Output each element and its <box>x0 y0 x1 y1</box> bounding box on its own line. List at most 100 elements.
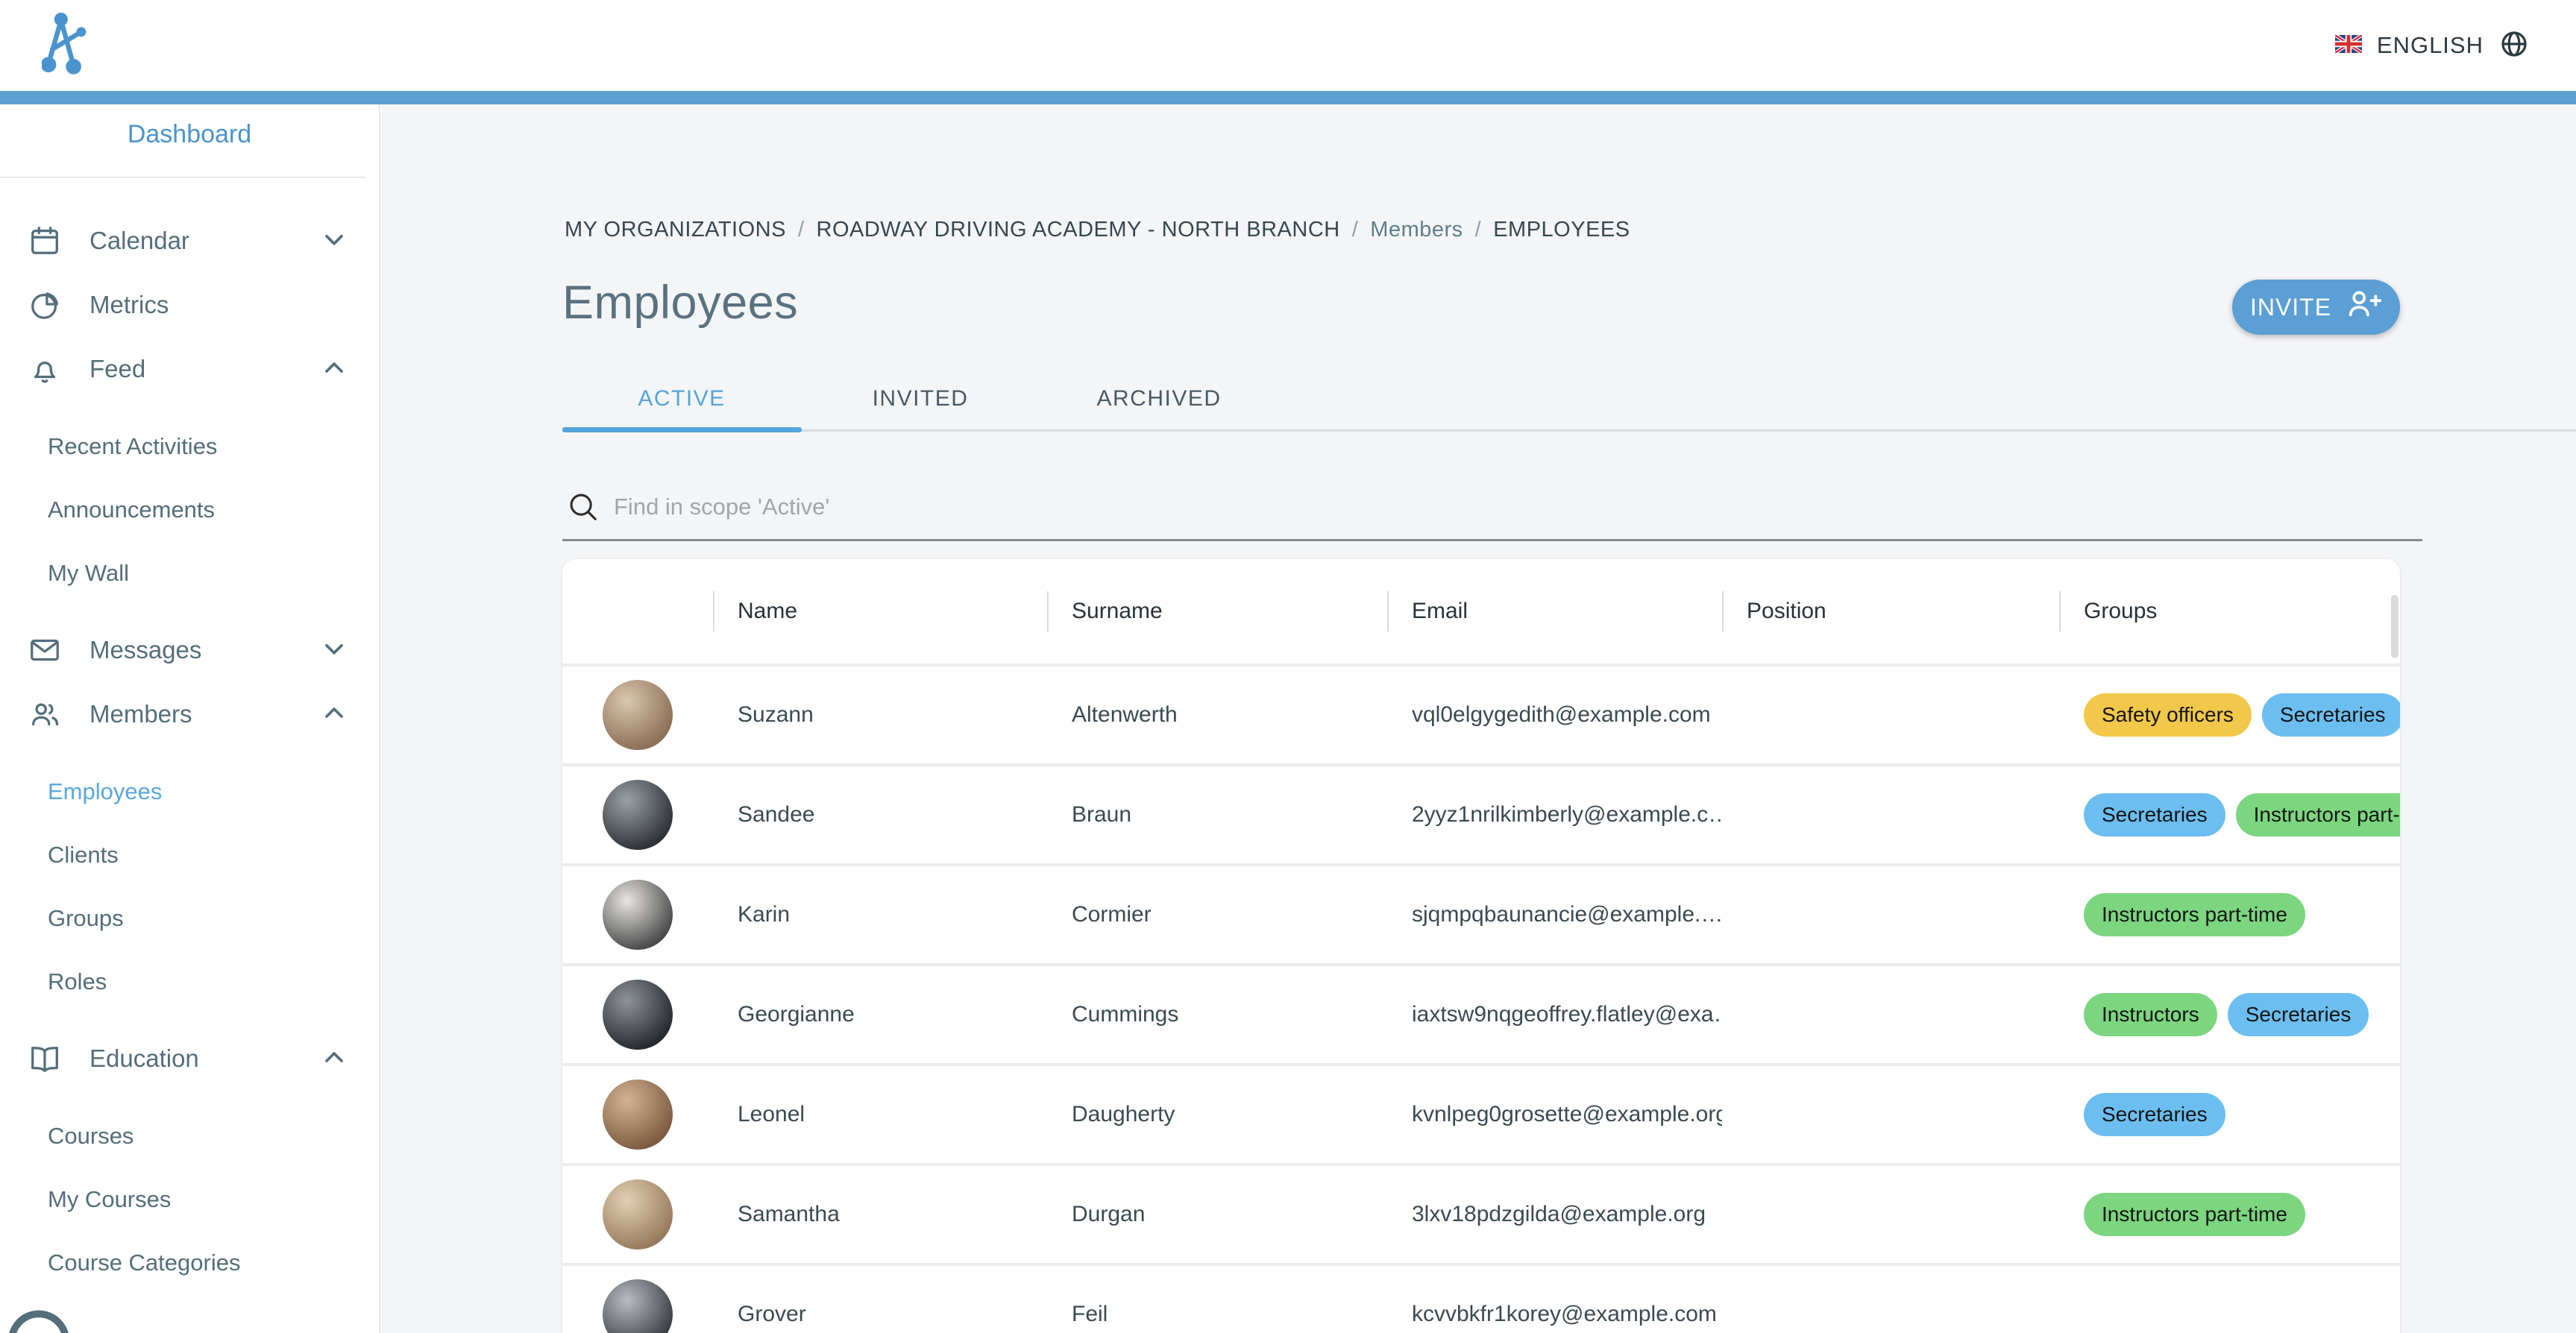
name-cell: Leonel <box>713 1066 1047 1163</box>
group-badge-instructors-part-time: Instructors part-time <box>2236 793 2400 836</box>
main-content: MY ORGANIZATIONS / ROADWAY DRIVING ACADEMY… <box>382 104 2576 1333</box>
table-row-grover-feil[interactable]: GroverFeilkcvvbkfr1korey@example.com <box>562 1263 2400 1333</box>
sidebar-dashboard-link[interactable]: Dashboard <box>0 104 379 164</box>
name-cell: Grover <box>713 1266 1047 1333</box>
email-cell: 3lxv18pdzgilda@example.org <box>1387 1166 1722 1263</box>
group-badge-instructors: Instructors <box>2084 993 2217 1036</box>
sidebar-item-my-courses[interactable]: My Courses <box>0 1167 379 1231</box>
sidebar-item-education[interactable]: Education <box>0 1027 379 1091</box>
column-divider <box>713 591 714 631</box>
email-cell: 2yyz1nrilkimberly@example.c… <box>1387 766 1722 863</box>
chevron-up-icon <box>319 698 349 731</box>
name-cell: Suzann <box>713 666 1047 763</box>
accent-bar <box>0 91 2576 104</box>
search-underline <box>562 539 2422 541</box>
language-selector[interactable]: ENGLISH <box>2335 0 2530 91</box>
search-icon <box>566 490 600 524</box>
position-cell <box>1722 1166 2059 1263</box>
avatar <box>603 1179 673 1250</box>
column-header-groups: Groups <box>2059 559 2400 664</box>
sidebar-item-my-wall[interactable]: My Wall <box>0 541 379 605</box>
sidebar-item-messages[interactable]: Messages <box>0 618 379 682</box>
page-title: Employees <box>562 276 798 330</box>
table-row-leonel-daugherty[interactable]: LeonelDaughertykvnlpeg0grosette@example.… <box>562 1063 2400 1163</box>
language-label: ENGLISH <box>2377 32 2484 59</box>
name-cell: Georgianne <box>713 966 1047 1063</box>
sidebar-item-recent-activities[interactable]: Recent Activities <box>0 415 379 478</box>
group-badge-instructors-part-time: Instructors part-time <box>2084 893 2305 936</box>
sidebar-item-groups[interactable]: Groups <box>0 886 379 950</box>
breadcrumb-separator: / <box>1352 218 1359 242</box>
sidebar-item-calendar[interactable]: Calendar <box>0 209 379 273</box>
table-row-georgianne-cummings[interactable]: GeorgianneCummingsiaxtsw9nqgeoffrey.flat… <box>562 963 2400 1063</box>
sidebar-subgroup-members: EmployeesClients Groups Roles <box>0 746 379 1027</box>
sidebar-item-label: Feed <box>89 355 319 383</box>
sidebar-item-members[interactable]: Members <box>0 682 379 746</box>
metrics-icon <box>27 287 63 323</box>
groups-cell: SecretariesInstructors part-time <box>2059 766 2400 863</box>
avatar-cell <box>562 866 713 963</box>
email-cell: kvnlpeg0grosette@example.org <box>1387 1066 1722 1163</box>
position-cell <box>1722 666 2059 763</box>
sidebar-item-announcements[interactable]: Announcements <box>0 478 379 541</box>
email-cell: iaxtsw9nqgeoffrey.flatley@exa… <box>1387 966 1722 1063</box>
sidebar: Dashboard Calendar Metrics Feed Recent Acti… <box>0 104 380 1333</box>
surname-cell: Braun <box>1047 766 1387 863</box>
sidebar-item-employees[interactable]: Employees <box>0 760 379 823</box>
group-badge-secretaries: Secretaries <box>2084 1093 2225 1136</box>
surname-cell: Daugherty <box>1047 1066 1387 1163</box>
sidebar-item-feed[interactable]: Feed <box>0 337 379 401</box>
avatar <box>603 880 673 950</box>
tab-active[interactable]: ACTIVE <box>562 369 801 429</box>
column-header-label: Position <box>1722 599 1826 624</box>
column-header-surname: Surname <box>1047 559 1387 664</box>
table-row-sandee-braun[interactable]: SandeeBraun2yyz1nrilkimberly@example.c…S… <box>562 763 2400 863</box>
surname-cell: Cummings <box>1047 966 1387 1063</box>
tab-invited[interactable]: INVITED <box>801 369 1040 429</box>
avatar-cell <box>562 1266 713 1333</box>
breadcrumb-item-my-organizations[interactable]: MY ORGANIZATIONS <box>565 218 786 242</box>
sidebar-item-clients[interactable]: Clients <box>0 823 379 886</box>
groups-cell <box>2059 1266 2400 1333</box>
invite-button[interactable]: INVITE <box>2232 280 2400 335</box>
tab-archived[interactable]: ARCHIVED <box>1040 369 1278 429</box>
table-row-karin-cormier[interactable]: KarinCormiersjqmpqbaunancie@example.…Ins… <box>562 863 2400 963</box>
breadcrumb-item-members[interactable]: Members <box>1370 218 1463 242</box>
sidebar-item-label: Members <box>89 700 319 728</box>
app-logo-icon[interactable] <box>42 10 88 78</box>
table-body: SuzannAltenwerthvql0elgygedith@example.c… <box>562 664 2400 1333</box>
sidebar-item-label: Education <box>89 1044 319 1073</box>
sidebar-item-label: Calendar <box>89 227 319 255</box>
column-header-label: Email <box>1387 599 1468 624</box>
position-cell <box>1722 766 2059 863</box>
sidebar-item-label: Groups <box>48 905 349 932</box>
breadcrumb-item-roadway-driving-academy-north-branch[interactable]: ROADWAY DRIVING ACADEMY - NORTH BRANCH <box>817 218 1340 242</box>
column-header-position: Position <box>1722 559 2059 664</box>
position-cell <box>1722 866 2059 963</box>
avatar-cell <box>562 666 713 763</box>
sidebar-item-roles[interactable]: Roles <box>0 950 379 1013</box>
column-header-avatar <box>562 559 713 664</box>
surname-cell: Altenwerth <box>1047 666 1387 763</box>
employees-table-card: NameSurnameEmailPositionGroups SuzannAlt… <box>562 559 2400 1333</box>
breadcrumb-separator: / <box>798 218 805 242</box>
sidebar-item-metrics[interactable]: Metrics <box>0 273 379 337</box>
avatar <box>603 980 673 1050</box>
email-cell: sjqmpqbaunancie@example.… <box>1387 866 1722 963</box>
scrollbar-thumb[interactable] <box>2391 595 2398 658</box>
group-badge-instructors-part-time: Instructors part-time <box>2084 1193 2305 1236</box>
table-row-samantha-durgan[interactable]: SamanthaDurgan3lxv18pdzgilda@example.org… <box>562 1163 2400 1263</box>
table-row-suzann-altenwerth[interactable]: SuzannAltenwerthvql0elgygedith@example.c… <box>562 664 2400 763</box>
sidebar-menu: Calendar Metrics Feed Recent ActivitiesAnno… <box>0 178 379 1308</box>
position-cell <box>1722 966 2059 1063</box>
search-input[interactable] <box>614 481 2329 533</box>
group-badge-safety-officers: Safety officers <box>2084 693 2252 737</box>
sidebar-item-course-categories[interactable]: Course Categories <box>0 1231 379 1294</box>
breadcrumb: MY ORGANIZATIONS / ROADWAY DRIVING ACADEMY… <box>565 218 1630 242</box>
email-cell: vql0elgygedith@example.com <box>1387 666 1722 763</box>
sidebar-item-courses[interactable]: Courses <box>0 1104 379 1167</box>
column-divider <box>2059 591 2061 631</box>
breadcrumb-item-employees[interactable]: EMPLOYEES <box>1493 218 1630 242</box>
sidebar-item-label: Course Categories <box>48 1250 349 1276</box>
people-icon <box>27 696 63 732</box>
